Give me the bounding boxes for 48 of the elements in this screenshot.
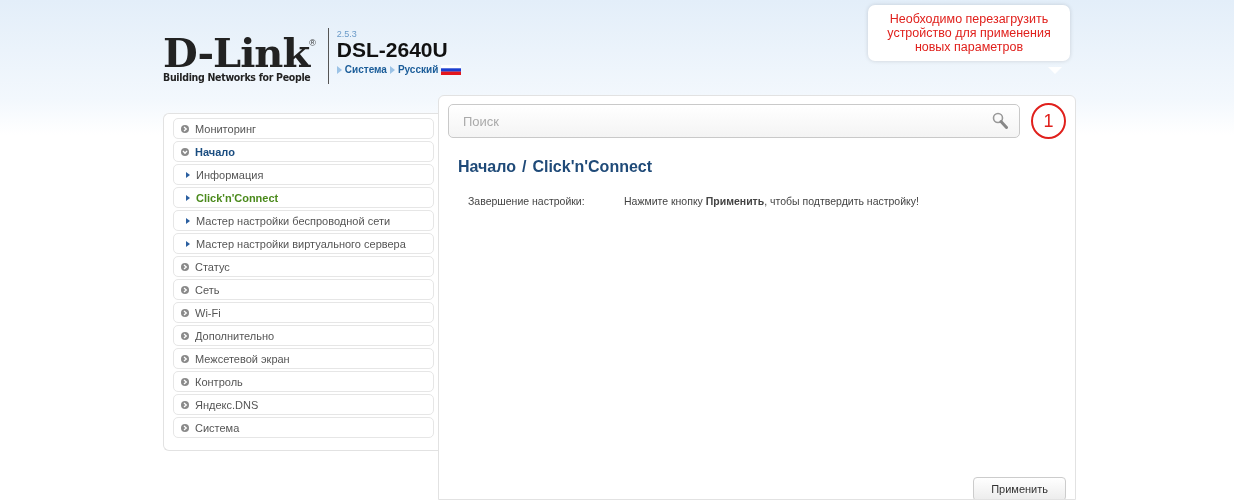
menu-item[interactable]: Начало bbox=[173, 141, 434, 162]
collapsed-icon bbox=[181, 331, 189, 340]
search-icon[interactable] bbox=[992, 112, 1008, 129]
collapsed-icon bbox=[181, 377, 189, 386]
collapsed-icon bbox=[181, 308, 189, 317]
expanded-icon bbox=[181, 147, 189, 156]
apply-button[interactable]: Применить bbox=[973, 477, 1066, 499]
menu-item[interactable]: Мастер настройки виртуального сервера bbox=[173, 233, 434, 254]
triangle-icon bbox=[336, 65, 342, 74]
breadcrumb-link[interactable]: Начало bbox=[458, 158, 516, 176]
menu-item[interactable]: Яндекс.DNS bbox=[173, 394, 434, 415]
menu-item[interactable]: Мастер настройки беспроводной сети bbox=[173, 210, 434, 231]
page-title: Click'n'Connect bbox=[532, 158, 653, 176]
registered-mark: ® bbox=[309, 38, 316, 48]
chevron-icon bbox=[186, 240, 190, 247]
chevron-icon bbox=[186, 171, 190, 178]
chevron-icon bbox=[186, 217, 190, 224]
menu-item[interactable]: Сеть bbox=[173, 279, 434, 300]
collapsed-icon bbox=[181, 400, 189, 409]
menu-item[interactable]: Click'n'Connect bbox=[173, 187, 434, 208]
menu-item[interactable]: Межсетевой экран bbox=[173, 348, 434, 369]
collapsed-icon bbox=[181, 285, 189, 294]
collapsed-icon bbox=[181, 124, 189, 133]
collapsed-icon bbox=[181, 354, 189, 363]
logo-text: D-Link bbox=[163, 36, 310, 70]
breadcrumb-link[interactable]: Система bbox=[344, 64, 387, 75]
breadcrumb-separator: / bbox=[521, 158, 527, 176]
model-name: DSL-2640U bbox=[336, 39, 449, 61]
menu-item[interactable]: Система bbox=[173, 417, 434, 438]
menu-item[interactable]: Информация bbox=[173, 164, 434, 185]
collapsed-icon bbox=[181, 423, 189, 432]
menu-item[interactable]: Мониторинг bbox=[173, 118, 434, 139]
breadcrumb-link[interactable]: Русский bbox=[397, 64, 439, 75]
version-text: 2.5.3 bbox=[336, 29, 358, 39]
field-label: Завершение настройки: bbox=[468, 195, 586, 207]
field-value: Нажмите кнопку Применить, чтобы подтвердить настройку! bbox=[624, 195, 919, 207]
search-field[interactable]: Поиск bbox=[448, 104, 1020, 138]
notification-tooltip: Необходимо перезагрузить устройство для применения новых параметров bbox=[868, 5, 1070, 61]
chevron-icon bbox=[186, 194, 190, 201]
menu-item[interactable]: Статус bbox=[173, 256, 434, 277]
menu-item[interactable]: Дополнительно bbox=[173, 325, 434, 346]
notification-badge[interactable]: 1 bbox=[1031, 103, 1066, 139]
menu-item[interactable]: Wi-Fi bbox=[173, 302, 434, 323]
collapsed-icon bbox=[181, 262, 189, 271]
triangle-icon bbox=[389, 65, 395, 74]
tagline: Building Networks for People bbox=[163, 71, 312, 83]
flag-icon[interactable] bbox=[441, 64, 462, 75]
menu-item[interactable]: Контроль bbox=[173, 371, 434, 392]
